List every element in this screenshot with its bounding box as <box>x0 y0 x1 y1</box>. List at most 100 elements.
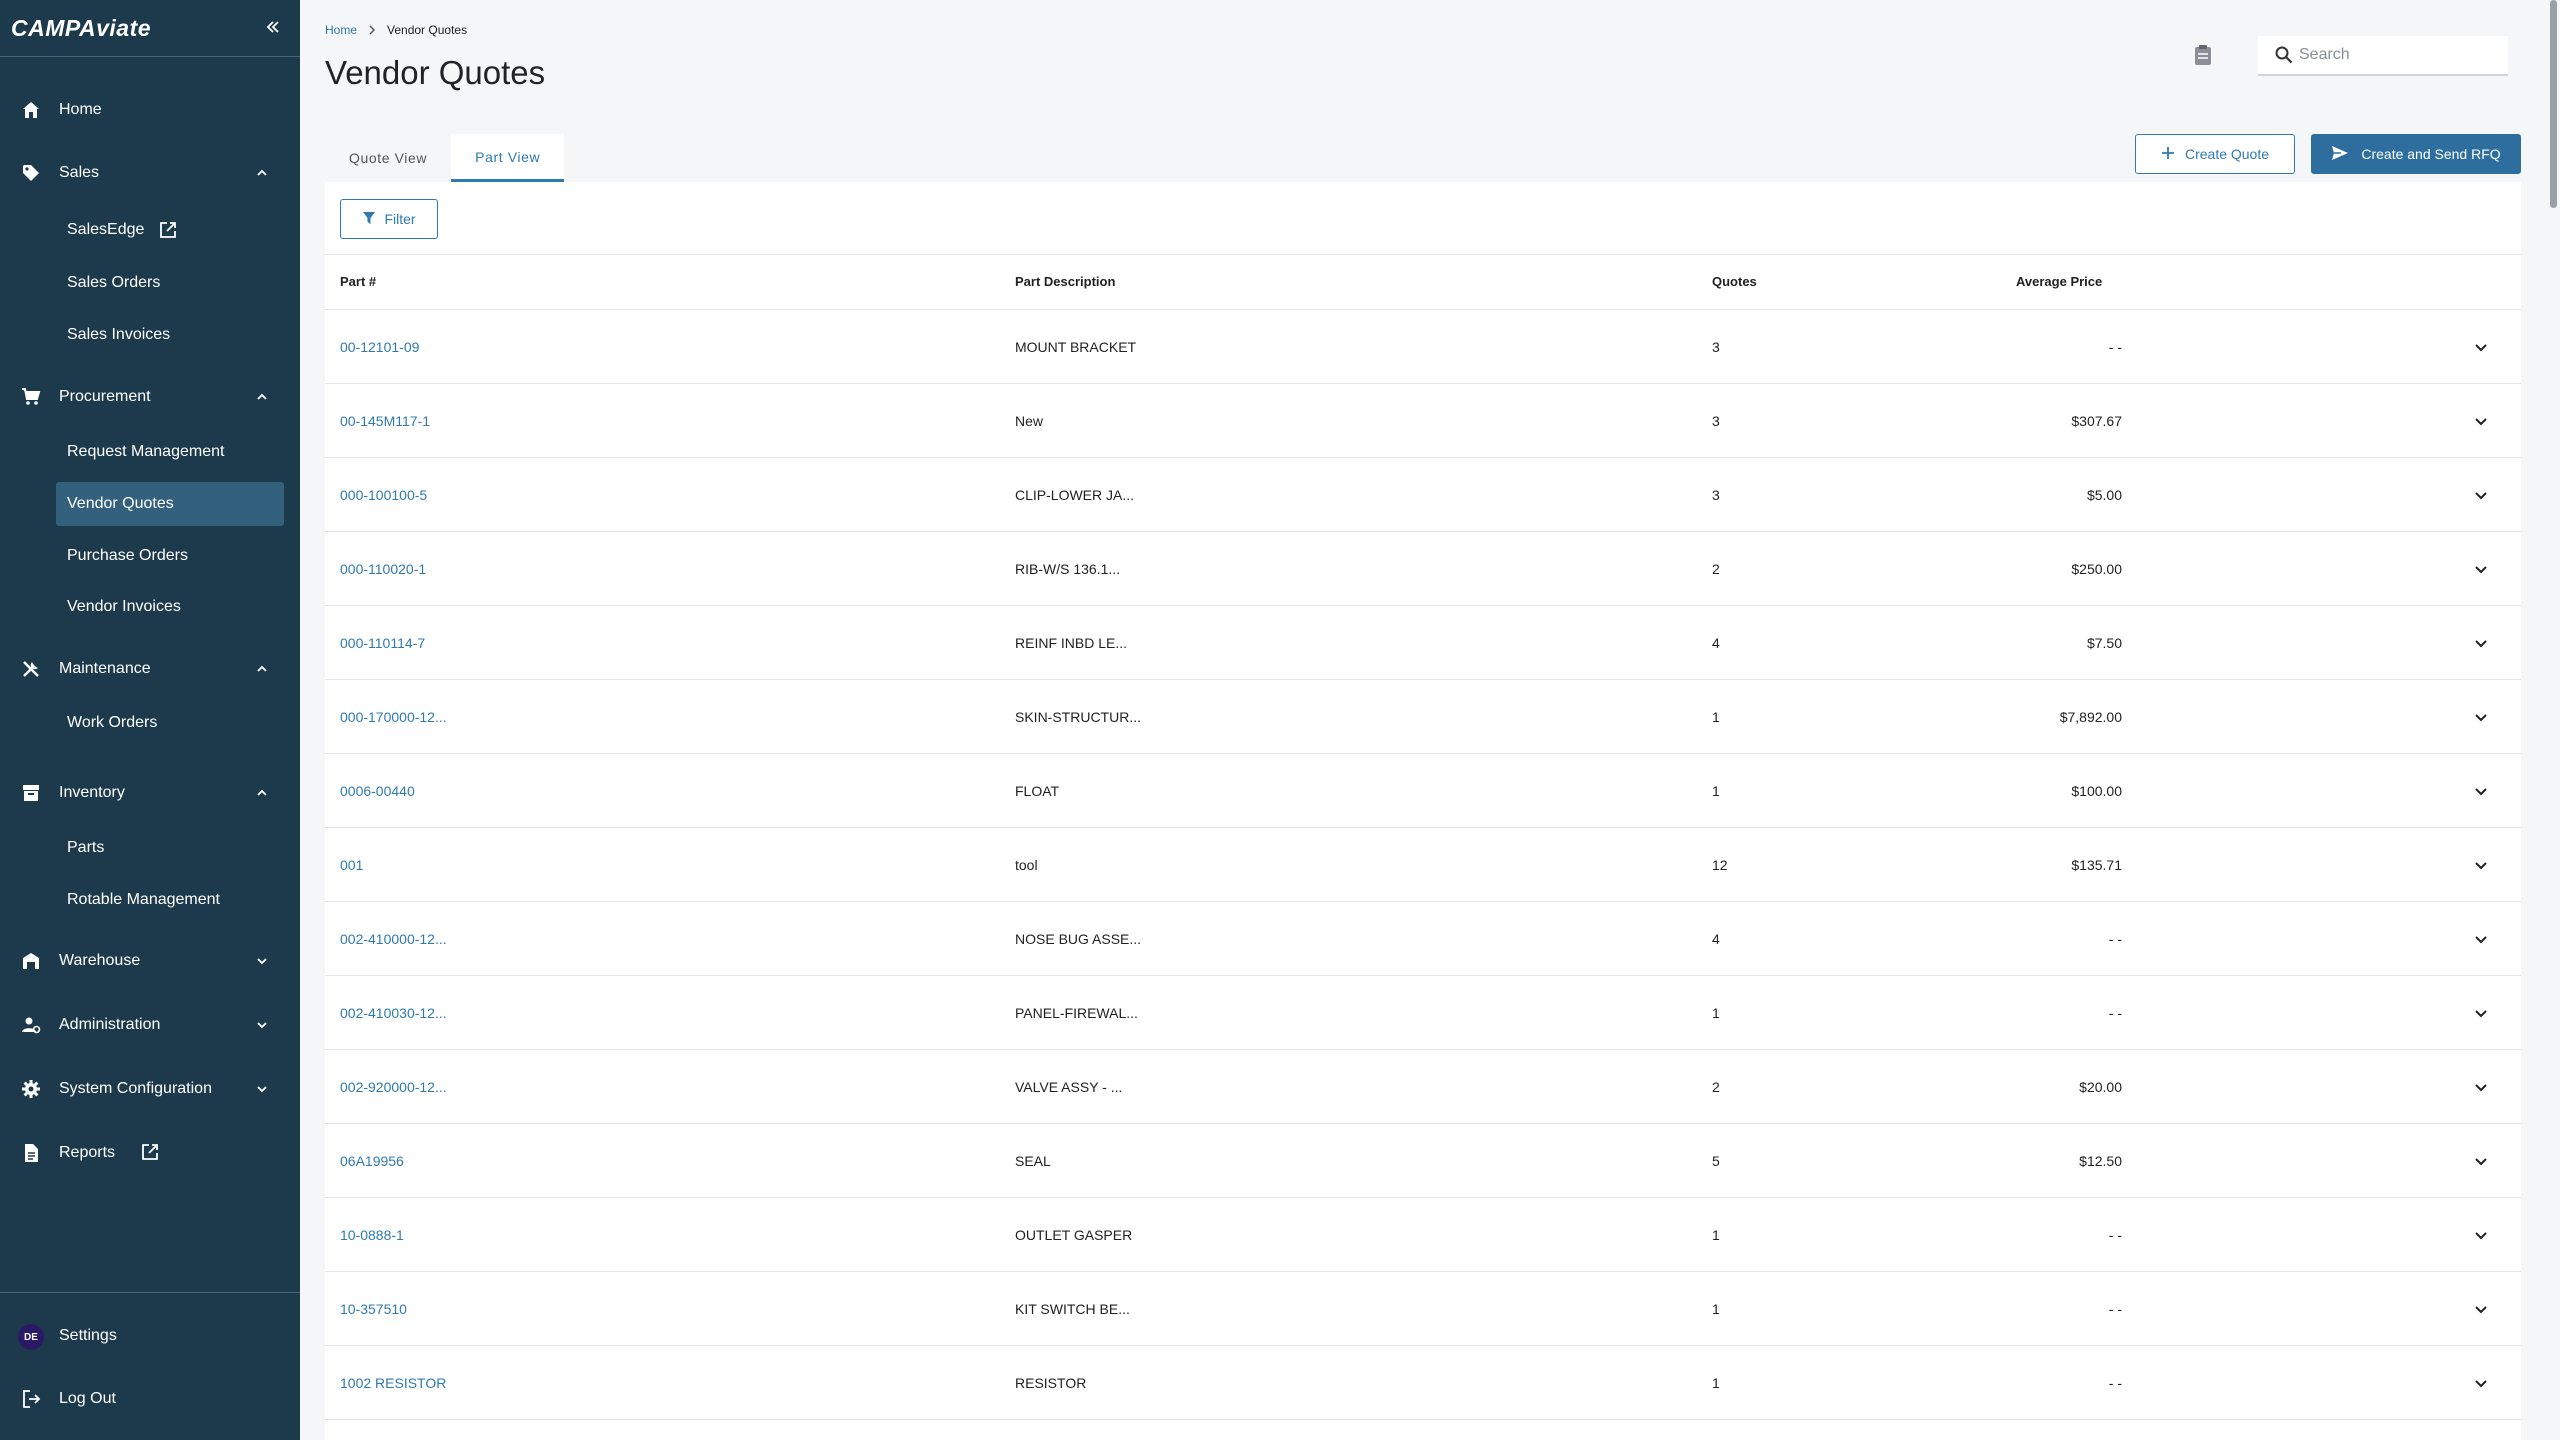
part-number-link[interactable]: 00-145M117-1 <box>340 384 430 458</box>
sidebar-divider <box>0 1292 300 1293</box>
part-number-link[interactable]: 002-410030-12... <box>340 976 447 1050</box>
average-price: $7,892.00 <box>2059 709 2122 725</box>
part-description: NOSE BUG ASSE... <box>1015 931 1142 947</box>
sidebar-item-home[interactable]: Home <box>0 88 300 132</box>
chevron-up-icon <box>254 165 270 181</box>
part-number-link[interactable]: 0006-00440 <box>340 754 415 828</box>
sidebar-item-system-configuration[interactable]: System Configuration <box>0 1067 300 1111</box>
collapse-sidebar-icon[interactable] <box>260 14 286 40</box>
expand-row-chevron-down-icon[interactable] <box>2469 828 2493 902</box>
sidebar-item-vendor-quotes[interactable]: Vendor Quotes <box>56 482 284 526</box>
column-header-quotes[interactable]: Quotes <box>1712 274 1757 289</box>
sidebar-item-sales-orders[interactable]: Sales Orders <box>56 261 284 305</box>
average-price: - - <box>2108 1005 2122 1021</box>
sidebar-item-warehouse[interactable]: Warehouse <box>0 939 300 983</box>
sidebar-item-logout[interactable]: Log Out <box>0 1377 300 1421</box>
sidebar-item-label: Inventory <box>59 784 125 801</box>
tab-quote-view[interactable]: Quote View <box>325 134 451 182</box>
expand-row-chevron-down-icon[interactable] <box>2469 976 2493 1050</box>
clipboard-icon[interactable] <box>2190 42 2216 68</box>
expand-row-chevron-down-icon[interactable] <box>2469 1198 2493 1272</box>
sidebar-item-settings[interactable]: Settings <box>0 1314 300 1358</box>
part-number-link[interactable]: 002-920000-12... <box>340 1050 447 1124</box>
expand-row-chevron-down-icon[interactable] <box>2469 310 2493 384</box>
sidebar-item-rotable-management[interactable]: Rotable Management <box>56 878 284 922</box>
sidebar-item-maintenance[interactable]: Maintenance <box>0 647 300 691</box>
part-number-link[interactable]: 10-357510 <box>340 1272 407 1346</box>
sidebar-item-sales-invoices[interactable]: Sales Invoices <box>56 313 284 357</box>
breadcrumb: Home Vendor Quotes <box>325 23 467 37</box>
sidebar: CAMPAviate Home Sales SalesEdge Sales Or… <box>0 0 300 1440</box>
sidebar-item-label: Procurement <box>59 388 151 405</box>
sidebar-item-inventory[interactable]: Inventory <box>0 771 300 815</box>
expand-row-chevron-down-icon[interactable] <box>2469 902 2493 976</box>
part-number-link[interactable]: 000-170000-12... <box>340 680 447 754</box>
part-description: CLIP-LOWER JA... <box>1015 487 1135 503</box>
table-row: 00-145M117-1 New 3 $307.67 <box>325 384 2521 458</box>
quotes-count: 1 <box>1712 1301 1720 1317</box>
breadcrumb-home-link[interactable]: Home <box>325 23 357 37</box>
create-quote-button[interactable]: Create Quote <box>2135 134 2295 174</box>
sidebar-item-reports[interactable]: Reports <box>0 1131 300 1175</box>
part-number-link[interactable]: 000-110114-7 <box>340 606 425 680</box>
sidebar-item-procurement[interactable]: Procurement <box>0 375 300 419</box>
create-and-send-rfq-label: Create and Send RFQ <box>2361 146 2501 162</box>
part-number-link[interactable]: 000-100100-5 <box>340 458 427 532</box>
avatar[interactable]: DE <box>18 1324 44 1350</box>
average-price: $250.00 <box>2071 561 2122 577</box>
sidebar-item-parts[interactable]: Parts <box>56 826 284 870</box>
part-description: OUTLET GASPER <box>1015 1227 1133 1243</box>
sidebar-item-label: Reports <box>59 1144 116 1161</box>
sidebar-item-label: Purchase Orders <box>67 547 188 564</box>
sidebar-item-label: System Configuration <box>59 1080 212 1097</box>
part-number-link[interactable]: 1002 RESISTOR <box>340 1346 446 1420</box>
expand-row-chevron-down-icon[interactable] <box>2469 1124 2493 1198</box>
table-row: 10-0888-1 OUTLET GASPER 1 - - <box>325 1198 2521 1272</box>
filter-label: Filter <box>384 211 416 227</box>
sidebar-item-work-orders[interactable]: Work Orders <box>56 701 284 745</box>
scrollbar-thumb[interactable] <box>2550 0 2557 208</box>
tools-icon <box>20 658 42 680</box>
average-price: $20.00 <box>2079 1079 2122 1095</box>
column-header-description[interactable]: Part Description <box>1015 274 1115 289</box>
create-and-send-rfq-button[interactable]: Create and Send RFQ <box>2311 134 2521 174</box>
expand-row-chevron-down-icon[interactable] <box>2469 1050 2493 1124</box>
average-price: $5.00 <box>2086 487 2122 503</box>
expand-row-chevron-down-icon[interactable] <box>2469 532 2493 606</box>
expand-row-chevron-down-icon[interactable] <box>2469 754 2493 828</box>
expand-row-chevron-down-icon[interactable] <box>2469 458 2493 532</box>
filter-button[interactable]: Filter <box>340 199 438 239</box>
expand-row-chevron-down-icon[interactable] <box>2469 384 2493 458</box>
sidebar-item-label: SalesEdge <box>67 221 145 238</box>
part-number-link[interactable]: 10-0888-1 <box>340 1198 404 1272</box>
expand-row-chevron-down-icon[interactable] <box>2469 606 2493 680</box>
column-header-average-price[interactable]: Average Price <box>2016 274 2102 289</box>
sidebar-item-purchase-orders[interactable]: Purchase Orders <box>56 534 284 578</box>
part-number-link[interactable]: 001 <box>340 828 363 902</box>
sidebar-item-request-management[interactable]: Request Management <box>56 430 284 474</box>
page-title: Vendor Quotes <box>325 54 546 91</box>
expand-row-chevron-down-icon[interactable] <box>2469 1272 2493 1346</box>
sidebar-item-vendor-invoices[interactable]: Vendor Invoices <box>56 585 284 629</box>
tag-icon <box>20 162 42 184</box>
tab-part-view[interactable]: Part View <box>451 134 565 182</box>
expand-row-chevron-down-icon[interactable] <box>2469 1346 2493 1420</box>
part-number-link[interactable]: 06A19956 <box>340 1124 404 1198</box>
search-input[interactable] <box>2299 46 2499 64</box>
column-header-part[interactable]: Part # <box>340 274 376 289</box>
table-row: 000-110114-7 REINF INBD LE... 4 $7.50 <box>325 606 2521 680</box>
gear-icon <box>20 1078 42 1100</box>
average-price: - - <box>2108 1375 2122 1391</box>
campaviate-logo[interactable]: CAMPAviate <box>11 15 151 42</box>
part-number-link[interactable]: 002-410000-12... <box>340 902 447 976</box>
expand-row-chevron-down-icon[interactable] <box>2469 680 2493 754</box>
quotes-count: 4 <box>1712 931 1720 947</box>
external-link-icon <box>140 1142 160 1162</box>
user-gear-icon <box>20 1014 42 1036</box>
filter-icon <box>362 211 376 228</box>
sidebar-item-administration[interactable]: Administration <box>0 1003 300 1047</box>
part-number-link[interactable]: 00-12101-09 <box>340 310 419 384</box>
sidebar-item-sales[interactable]: Sales <box>0 151 300 195</box>
part-number-link[interactable]: 000-110020-1 <box>340 532 426 606</box>
sidebar-item-salesedge[interactable]: SalesEdge <box>56 208 284 252</box>
